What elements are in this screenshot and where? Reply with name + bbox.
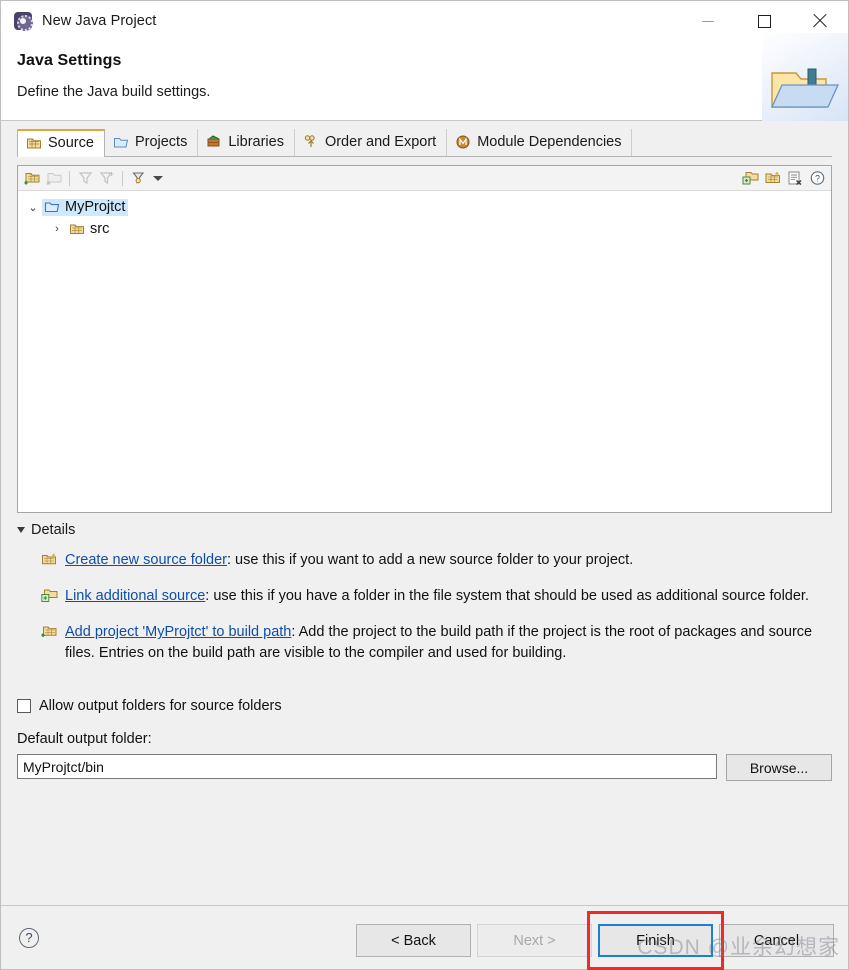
new-java-project-dialog: New Java Project Java Settings Define th… [0, 0, 849, 970]
toolbar-separator [122, 170, 123, 186]
browse-button[interactable]: Browse... [726, 754, 832, 782]
default-output-folder-row: Browse... [17, 754, 832, 782]
detail-text: Link additional source: use this if you … [65, 586, 832, 610]
tree-toolbar-left [22, 169, 163, 188]
allow-output-folders-row[interactable]: Allow output folders for source folders [17, 698, 832, 714]
create-folder-icon[interactable] [763, 169, 783, 188]
minimize-icon [702, 20, 714, 22]
toolbar-separator [69, 170, 70, 186]
next-button: Next > [477, 924, 592, 957]
close-icon [812, 13, 828, 29]
tree-node-label: src [90, 220, 110, 237]
folder-art-icon [770, 68, 840, 108]
detail-text: Create new source folder: use this if yo… [65, 550, 832, 574]
link-source-icon[interactable] [741, 169, 761, 188]
tree-toolbar-right: ? [741, 169, 827, 188]
tab-label: Libraries [228, 133, 284, 150]
svg-text:?: ? [814, 173, 819, 183]
title-bar: New Java Project [1, 1, 848, 41]
default-output-folder-label: Default output folder: [17, 731, 152, 748]
help-icon[interactable]: ? [19, 927, 39, 948]
source-folders-panel: ? ⌄ MyProjtct › src [17, 165, 832, 513]
configure-filters-icon[interactable] [128, 169, 148, 188]
source-folders-tree[interactable]: ⌄ MyProjtct › src [18, 191, 831, 512]
tab-order-and-export[interactable]: Order and Export [294, 129, 448, 156]
project-folder-icon [44, 202, 60, 213]
tab-label: Module Dependencies [477, 133, 622, 150]
tab-label: Order and Export [324, 133, 437, 150]
maximize-icon [757, 14, 771, 28]
tree-node-label: MyProjtct [65, 199, 126, 215]
dialog-footer: ? < Back Next > Finish Cancel CSDN @业余幻想… [1, 905, 848, 970]
libraries-icon [207, 134, 220, 146]
remove-folder-icon [44, 169, 64, 188]
tree-row[interactable]: ⌄ MyProjtct [24, 197, 831, 218]
tree-node-src[interactable]: src [66, 221, 112, 237]
minimize-button[interactable] [680, 1, 736, 41]
allow-output-folders-checkbox[interactable] [17, 699, 31, 714]
link-additional-source-link[interactable]: Link additional source [65, 588, 205, 604]
page-title: Java Settings [17, 52, 122, 69]
help-icon[interactable]: ? [807, 169, 827, 188]
details-section-header[interactable]: Details [17, 522, 832, 538]
source-folder-icon [70, 224, 84, 234]
detail-text: Add project 'MyProjtct' to build path: A… [65, 622, 832, 664]
collapse-triangle-icon[interactable] [17, 527, 25, 533]
add-folder-icon[interactable] [22, 169, 42, 188]
tab-projects[interactable]: Projects [104, 129, 199, 156]
tab-label: Source [48, 134, 94, 151]
details-label: Details [31, 522, 76, 538]
add-project-icon [41, 622, 65, 664]
tree-row[interactable]: › src [24, 218, 831, 239]
tab-libraries[interactable]: Libraries [198, 129, 295, 156]
add-filter-icon [75, 169, 95, 188]
page-subtitle: Define the Java build settings. [17, 84, 211, 100]
tab-label: Projects [134, 133, 188, 150]
detail-create-source-folder: Create new source folder: use this if yo… [17, 550, 832, 574]
eclipse-icon [14, 12, 33, 31]
tab-module-dependencies[interactable]: Module Dependencies [447, 129, 633, 156]
detail-description: : use this if you want to add a new sour… [227, 552, 634, 568]
detail-link-additional-source: Link additional source: use this if you … [17, 586, 832, 610]
output-settings: Allow output folders for source folders … [17, 698, 832, 782]
order-export-icon [304, 134, 315, 147]
link-source-icon [41, 586, 65, 610]
page-header: Java Settings Define the Java build sett… [1, 33, 848, 121]
back-button[interactable]: < Back [356, 924, 471, 957]
dropdown-caret-icon[interactable] [153, 175, 163, 181]
add-project-to-build-path-link[interactable]: Add project 'MyProjtct' to build path [65, 624, 291, 640]
remove-entry-icon[interactable] [785, 169, 805, 188]
expand-twisty-icon[interactable]: ⌄ [24, 201, 42, 214]
window-title: New Java Project [42, 13, 157, 29]
detail-add-project-to-build-path: Add project 'MyProjtct' to build path: A… [17, 622, 832, 664]
detail-description: : use this if you have a folder in the f… [205, 588, 809, 605]
edit-filter-icon [97, 169, 117, 188]
default-output-folder-input[interactable] [17, 754, 717, 780]
create-source-folder-icon [41, 550, 65, 574]
tree-toolbar: ? [18, 166, 831, 191]
dialog-body: Source Projects Libraries Order and Expo… [1, 121, 848, 905]
allow-output-folders-label: Allow output folders for source folders [39, 698, 282, 715]
watermark: CSDN @业余幻想家 [637, 936, 840, 959]
tab-bar: Source Projects Libraries Order and Expo… [17, 127, 832, 157]
collapse-twisty-icon[interactable]: › [48, 223, 66, 235]
tab-source[interactable]: Source [17, 129, 105, 157]
projects-icon [113, 137, 129, 147]
create-new-source-folder-link[interactable]: Create new source folder [65, 552, 227, 568]
module-dependencies-icon [456, 135, 470, 148]
tree-node-project[interactable]: MyProjtct [42, 199, 129, 216]
source-folder-icon [27, 138, 41, 148]
